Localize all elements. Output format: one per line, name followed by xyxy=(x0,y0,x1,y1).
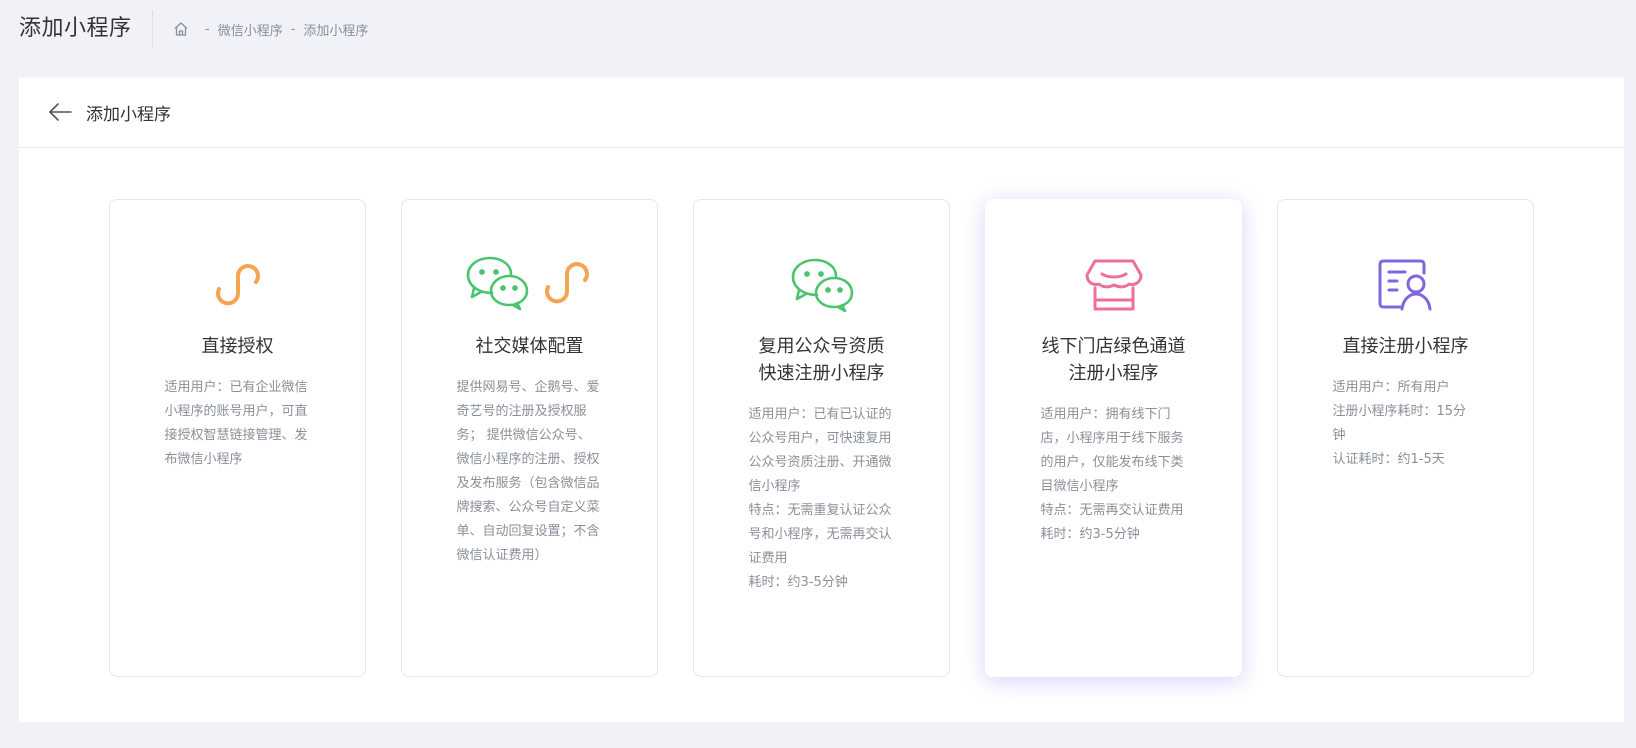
card-offline-store[interactable]: 线下门店绿色通道 注册小程序 适用用户：拥有线下门店，小程序用于线下服务的用户，… xyxy=(985,199,1242,677)
card-desc-line: 适用用户：已有企业微信小程序的账号用户，可直接授权智慧链接管理、发布微信小程序 xyxy=(164,380,308,467)
panel-header: 添加小程序 xyxy=(19,77,1624,148)
breadcrumb-item-add: 添加小程序 xyxy=(303,23,369,39)
card-desc-line: 特点：无需重复认证公众号和小程序，无需再交认证费用 xyxy=(748,503,892,566)
main-panel: 添加小程序 直接授权 适用用户：已有企业微信小程序的账号用户，可直接授权智慧链接… xyxy=(19,77,1624,722)
home-icon[interactable] xyxy=(173,21,189,37)
card-desc-line: 耗时：约3-5分钟 xyxy=(748,575,848,590)
card-direct-authorize[interactable]: 直接授权 适用用户：已有企业微信小程序的账号用户，可直接授权智慧链接管理、发布微… xyxy=(109,199,366,677)
arrow-left-icon[interactable] xyxy=(47,99,73,125)
wechat-icon xyxy=(464,255,530,315)
user-register-icon xyxy=(1376,257,1436,313)
card-description: 适用用户：拥有线下门店，小程序用于线下服务的用户，仅能发布线下类目微信小程序 特… xyxy=(1041,403,1187,547)
card-description: 适用用户：已有已认证的公众号用户，可快速复用公众号资质注册、开通微信小程序 特点… xyxy=(749,403,895,595)
store-icon xyxy=(1083,257,1145,313)
breadcrumb: - 微信小程序 - 添加小程序 xyxy=(153,20,368,39)
card-reuse-official-account[interactable]: 复用公众号资质 快速注册小程序 适用用户：已有已认证的公众号用户，可快速复用公众… xyxy=(693,199,950,677)
breadcrumb-separator: - xyxy=(205,21,210,37)
breadcrumb-item-miniprogram[interactable]: 微信小程序 xyxy=(218,20,283,39)
card-direct-register[interactable]: 直接注册小程序 适用用户：所有用户 注册小程序耗时：15分钟 认证耗时：约1-5… xyxy=(1277,199,1534,677)
wechat-icon xyxy=(789,257,855,313)
card-title: 线下门店绿色通道 注册小程序 xyxy=(1041,336,1186,384)
card-desc-line: 适用用户：拥有线下门店，小程序用于线下服务的用户，仅能发布线下类目微信小程序 xyxy=(1040,407,1184,494)
card-desc-line: 耗时：约3-5分钟 xyxy=(1040,527,1140,542)
card-title: 社交媒体配置 xyxy=(475,336,584,357)
card-desc-line: 适用用户：所有用户 xyxy=(1332,380,1450,395)
card-desc-line: 提供网易号、企鹅号、爱奇艺号的注册及授权服务； 提供微信公众号、微信小程序的注册… xyxy=(456,380,600,563)
card-desc-line: 注册小程序耗时：15分钟 xyxy=(1332,404,1467,443)
card-description: 适用用户：已有企业微信小程序的账号用户，可直接授权智慧链接管理、发布微信小程序 xyxy=(165,376,311,472)
panel-title: 添加小程序 xyxy=(86,104,171,125)
card-desc-line: 特点：无需再交认证费用 xyxy=(1040,503,1184,518)
option-cards: 直接授权 适用用户：已有企业微信小程序的账号用户，可直接授权智慧链接管理、发布微… xyxy=(109,199,1534,677)
breadcrumb-separator: - xyxy=(290,21,296,37)
page-title: 添加小程序 xyxy=(0,10,153,48)
miniprogram-icon xyxy=(209,257,267,313)
card-title: 直接授权 xyxy=(201,336,274,357)
icon-group xyxy=(464,255,596,315)
card-social-media[interactable]: 社交媒体配置 提供网易号、企鹅号、爱奇艺号的注册及授权服务； 提供微信公众号、微… xyxy=(401,199,658,677)
card-desc-line: 适用用户：已有已认证的公众号用户，可快速复用公众号资质注册、开通微信小程序 xyxy=(748,407,892,494)
card-description: 适用用户：所有用户 注册小程序耗时：15分钟 认证耗时：约1-5天 xyxy=(1333,376,1479,472)
card-title: 直接注册小程序 xyxy=(1342,336,1469,357)
top-bar: 添加小程序 - 微信小程序 - 添加小程序 xyxy=(0,0,1636,58)
card-desc-line: 认证耗时：约1-5天 xyxy=(1332,452,1445,467)
miniprogram-icon xyxy=(538,257,596,313)
card-title: 复用公众号资质 快速注册小程序 xyxy=(758,336,885,384)
card-description: 提供网易号、企鹅号、爱奇艺号的注册及授权服务； 提供微信公众号、微信小程序的注册… xyxy=(457,376,603,568)
